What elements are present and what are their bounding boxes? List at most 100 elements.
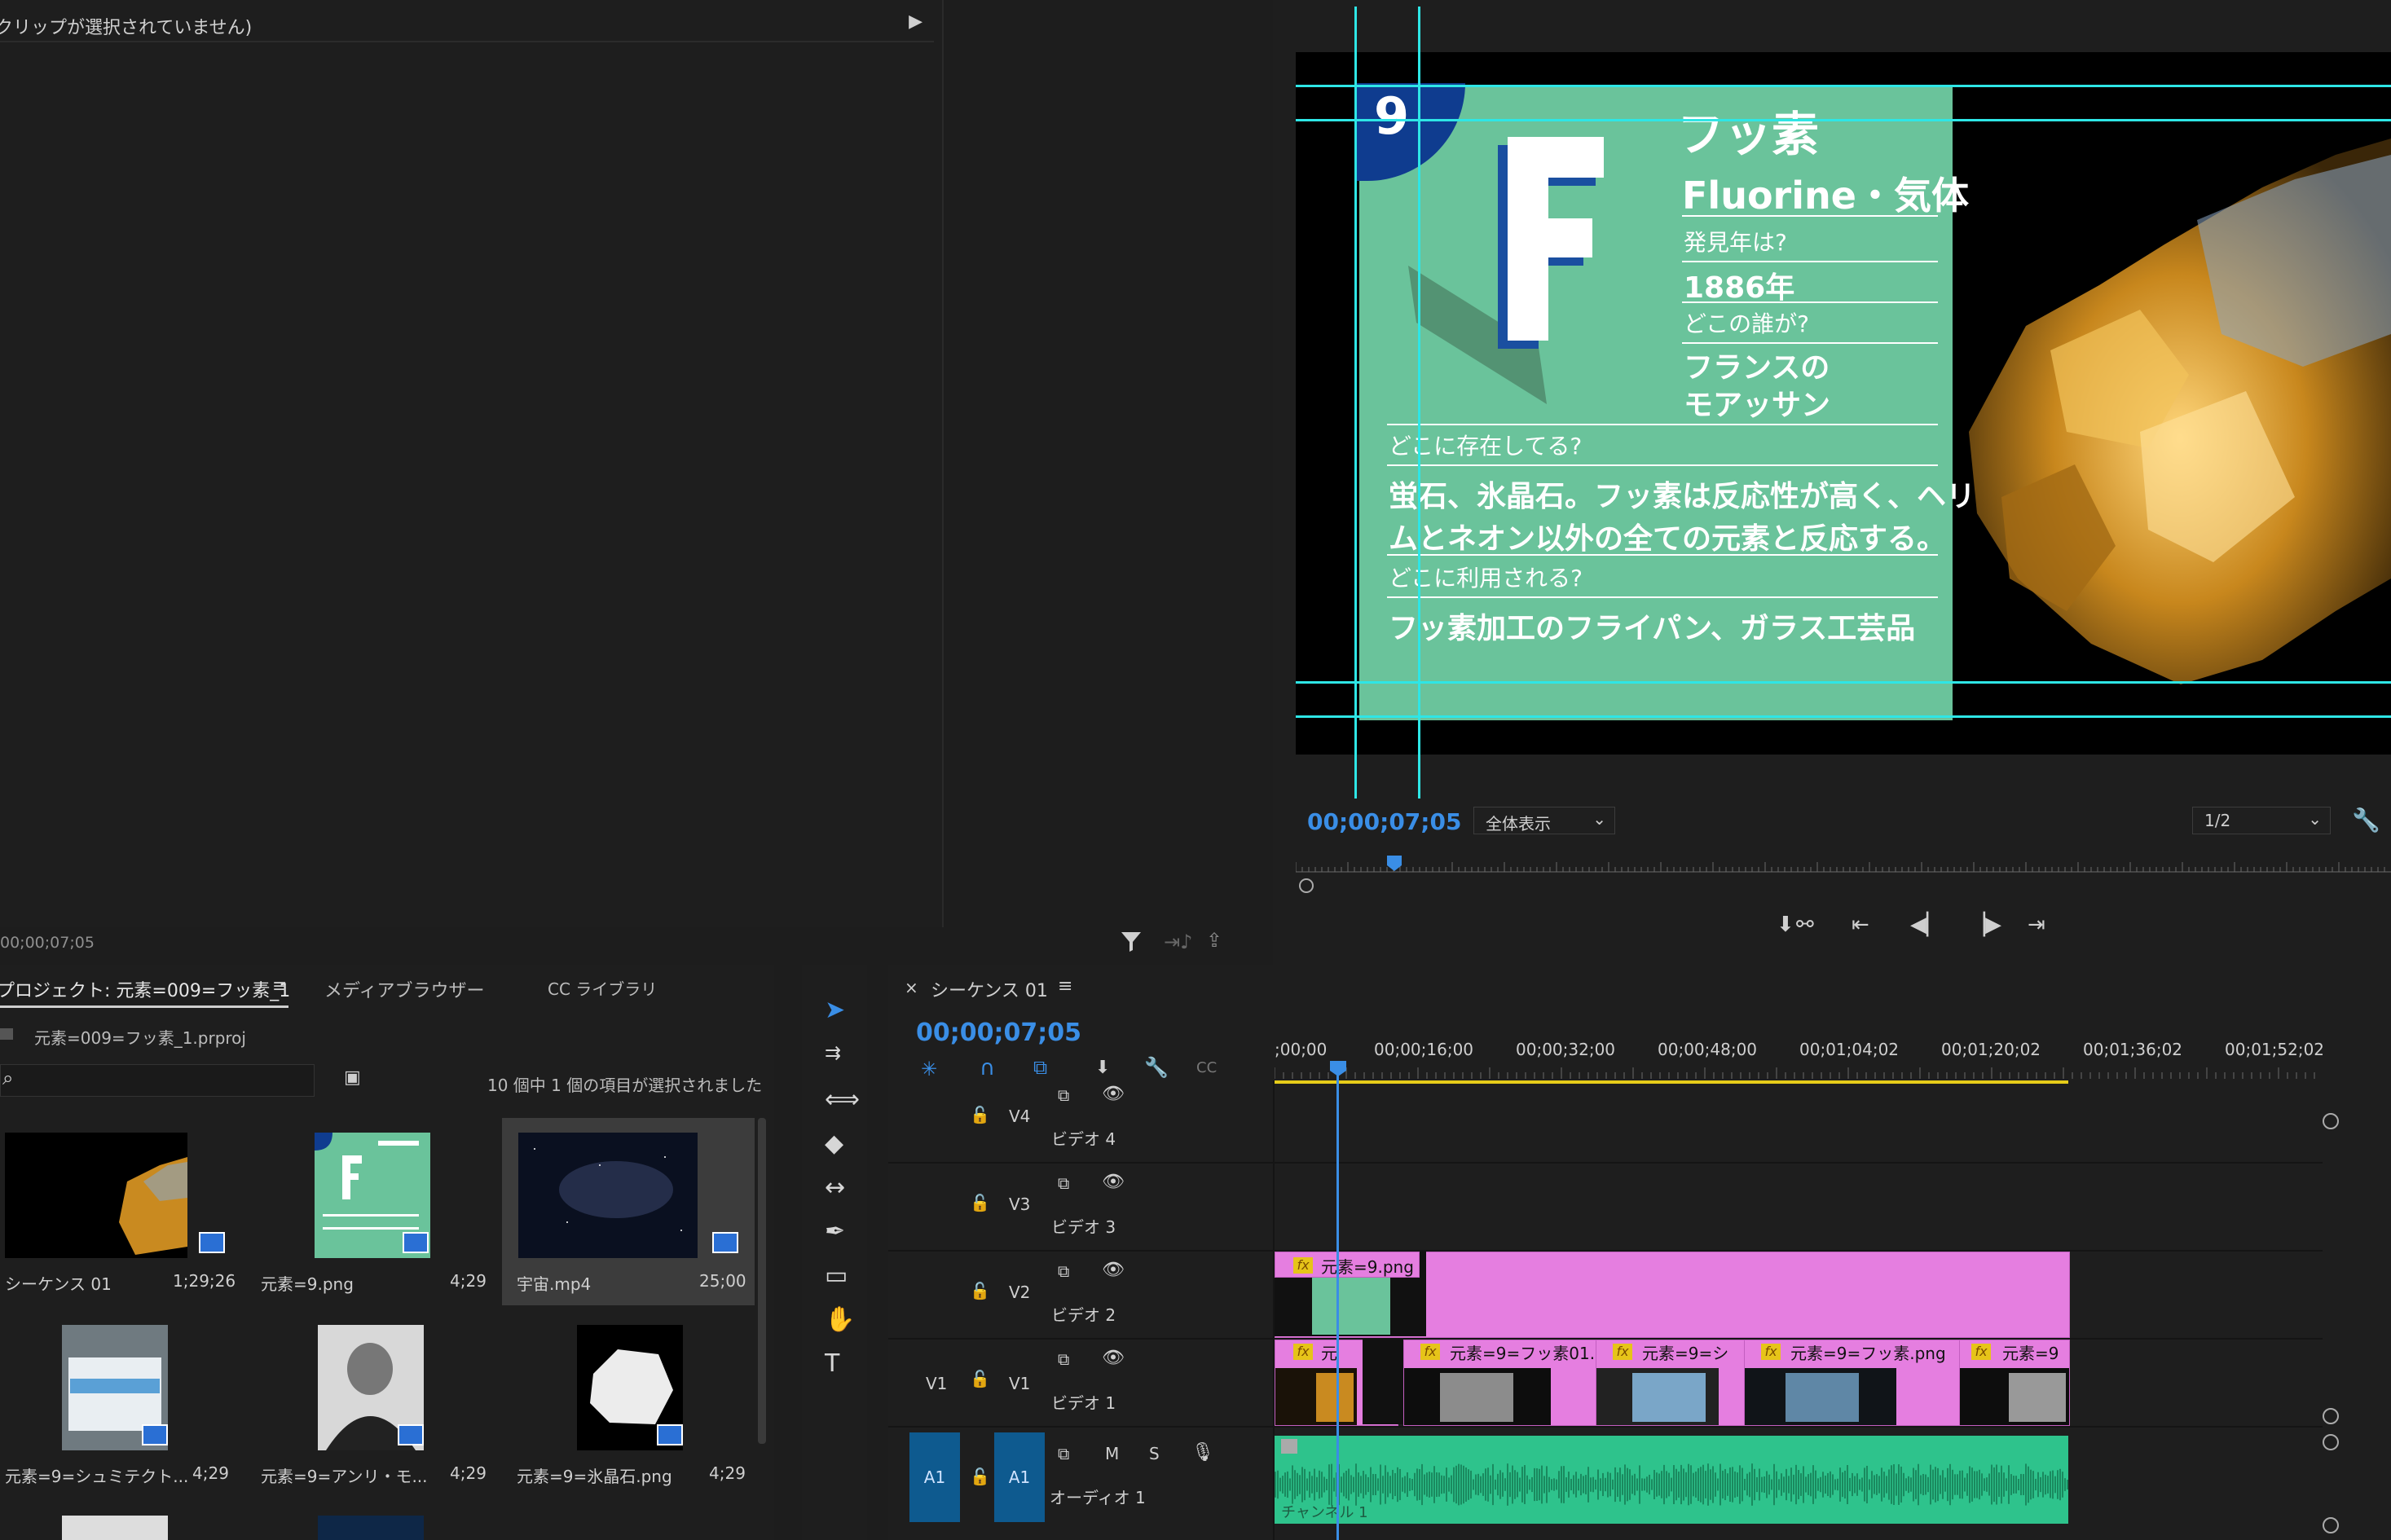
image-thumbnail[interactable]	[62, 1516, 168, 1540]
add-marker-icon[interactable]: ⬇	[1777, 913, 1794, 937]
track-select-tool-icon[interactable]: ⇉	[825, 1041, 841, 1064]
guide-line-vertical[interactable]	[1354, 7, 1357, 799]
scroll-handle[interactable]	[2323, 1408, 2339, 1424]
scroll-handle[interactable]	[2323, 1517, 2339, 1533]
project-search-input[interactable]: ⌕	[0, 1064, 315, 1097]
play-audio-only-icon[interactable]: ⇥♪	[1164, 931, 1192, 953]
video-clip[interactable]: fx 元素=9=シ	[1596, 1340, 1746, 1426]
divider	[1387, 464, 1938, 466]
clip-header[interactable]: fx 元素=9.png	[1275, 1252, 1420, 1278]
find-icon[interactable]: ▣	[344, 1067, 361, 1088]
tab-cc-libraries[interactable]: CC ライブラリ	[548, 976, 657, 1000]
video-thumbnail[interactable]	[518, 1133, 698, 1258]
lock-icon[interactable]: 🔓	[970, 1281, 990, 1300]
export-icon[interactable]: ⇪	[1206, 929, 1222, 952]
fluorite-mineral-image	[1969, 139, 2391, 684]
microphone-icon[interactable]: 🎙	[1191, 1442, 1214, 1463]
program-timecode[interactable]: 00;00;07;05	[1307, 808, 1461, 835]
timeline-ruler-ticks[interactable]	[1275, 1067, 2318, 1079]
eye-icon[interactable]: 👁	[1102, 1348, 1125, 1368]
zoom-scroll-handle[interactable]	[1299, 878, 1314, 893]
clip-preview-image	[1632, 1373, 1706, 1422]
answer-where-1: 蛍石、氷晶石。フッ素は反応性が高く、ヘリウ	[1389, 480, 2006, 513]
sync-lock-icon[interactable]: ⧉	[1058, 1349, 1069, 1369]
timeline-playhead-line[interactable]	[1336, 1066, 1339, 1540]
guide-line-horizontal[interactable]	[1296, 119, 2391, 121]
snap-magnet-icon[interactable]: ∩	[980, 1056, 995, 1080]
close-icon[interactable]: ×	[905, 978, 918, 997]
slip-tool-icon[interactable]: ↔	[825, 1173, 845, 1202]
timeline-settings-wrench-icon[interactable]: 🔧	[1144, 1056, 1169, 1079]
audio-clip[interactable]: チャンネル 1	[1275, 1436, 2068, 1524]
sync-lock-icon[interactable]: ⧉	[1058, 1173, 1069, 1193]
sync-lock-icon[interactable]: ⧉	[1058, 1085, 1069, 1105]
expand-arrow-icon[interactable]: ▶	[909, 11, 922, 32]
selection-tool-icon[interactable]: ➤	[825, 996, 845, 1024]
eye-icon[interactable]: 👁	[1102, 1084, 1125, 1104]
program-playhead[interactable]	[1385, 854, 1403, 872]
video-clip[interactable]: fx 元素=9=フッ素.png	[1744, 1340, 1961, 1426]
bin-icon	[0, 1028, 13, 1040]
chevron-down-icon: ⌄	[2308, 809, 2322, 829]
audio-track-target[interactable]: A1	[994, 1432, 1045, 1522]
source-track-id[interactable]: V1	[926, 1374, 947, 1393]
mute-button[interactable]: M	[1105, 1444, 1119, 1463]
source-audio-patch[interactable]: A1	[909, 1432, 960, 1522]
lock-icon[interactable]: 🔓	[970, 1105, 990, 1124]
solo-button[interactable]: S	[1149, 1444, 1160, 1463]
eye-icon[interactable]: 👁	[1102, 1260, 1125, 1280]
captions-icon[interactable]: CC	[1196, 1059, 1217, 1076]
project-scrollbar[interactable]	[758, 1118, 766, 1444]
ruler-label: 00;00;48;00	[1658, 1040, 1758, 1059]
ripple-edit-tool-icon[interactable]: ⟺	[825, 1085, 860, 1114]
ruler-label: ;00;00	[1275, 1040, 1328, 1059]
hand-tool-icon[interactable]: ✋	[825, 1305, 855, 1334]
sync-lock-icon[interactable]: ⧉	[1058, 1444, 1069, 1463]
pen-tool-icon[interactable]: ✒	[825, 1217, 845, 1246]
image-thumbnail[interactable]	[318, 1516, 424, 1540]
video-clip[interactable]: fx 元素=9=フッ素01.	[1403, 1340, 1597, 1426]
video-clip[interactable]: fx 元素=9	[1959, 1340, 2070, 1426]
timeline-playhead[interactable]	[1328, 1059, 1348, 1077]
track-name: ビデオ 2	[1051, 1305, 1116, 1325]
step-back-icon[interactable]: ◀▏	[1910, 913, 1943, 937]
tab-project[interactable]: プロジェクト: 元素=009=フッ素_1	[0, 976, 290, 1002]
panel-menu-icon[interactable]: ≡	[1058, 976, 1072, 997]
timeline-timecode[interactable]: 00;00;07;05	[916, 1019, 1081, 1047]
scroll-handle[interactable]	[2323, 1434, 2339, 1450]
guide-line-horizontal[interactable]	[1296, 681, 2391, 684]
link-icon[interactable]: ⚯	[1796, 913, 1814, 937]
scroll-handle[interactable]	[2323, 1113, 2339, 1129]
rectangle-tool-icon[interactable]: ▭	[825, 1261, 848, 1290]
lock-icon[interactable]: 🔓	[970, 1369, 990, 1388]
add-marker-icon[interactable]: ⬇	[1095, 1058, 1110, 1078]
program-time-ruler[interactable]	[1296, 860, 2391, 880]
settings-wrench-icon[interactable]: 🔧	[2352, 807, 2380, 834]
playback-resolution-select[interactable]: 1/2 ⌄	[2192, 807, 2331, 834]
active-tab-indicator	[0, 1005, 288, 1008]
sync-lock-icon[interactable]: ⧉	[1058, 1261, 1069, 1281]
type-tool-icon[interactable]: T	[825, 1349, 839, 1378]
zoom-level-select[interactable]: 全体表示 ⌄	[1473, 807, 1615, 834]
ruler-label: 00;00;16;00	[1374, 1040, 1474, 1059]
sequence-thumbnail[interactable]	[5, 1133, 187, 1258]
sequence-tab[interactable]: シーケンス 01	[931, 976, 1048, 1002]
linked-selection-icon[interactable]: ⧉	[1033, 1056, 1047, 1079]
guide-line-horizontal[interactable]	[1296, 715, 2391, 718]
tab-media-browser[interactable]: メディアブラウザー	[324, 976, 484, 1002]
go-to-out-icon[interactable]: ⇥	[2028, 913, 2045, 937]
image-badge-icon	[403, 1232, 429, 1253]
image-badge-icon	[657, 1424, 683, 1445]
eye-icon[interactable]: 👁	[1102, 1172, 1125, 1192]
go-to-in-icon[interactable]: ⇤	[1852, 913, 1869, 937]
razor-tool-icon[interactable]: ◆	[825, 1129, 843, 1158]
guide-line-vertical[interactable]	[1418, 7, 1420, 799]
nest-toggle-icon[interactable]: ✳	[921, 1058, 937, 1080]
guide-line-horizontal[interactable]	[1296, 85, 2391, 87]
work-area-bar[interactable]	[1275, 1080, 2068, 1084]
lock-icon[interactable]: 🔓	[970, 1467, 990, 1486]
step-forward-icon[interactable]: ▕▶	[1969, 913, 2001, 937]
filter-icon[interactable]	[1120, 929, 1143, 953]
panel-menu-icon[interactable]: ≡	[272, 976, 287, 997]
lock-icon[interactable]: 🔓	[970, 1193, 990, 1212]
